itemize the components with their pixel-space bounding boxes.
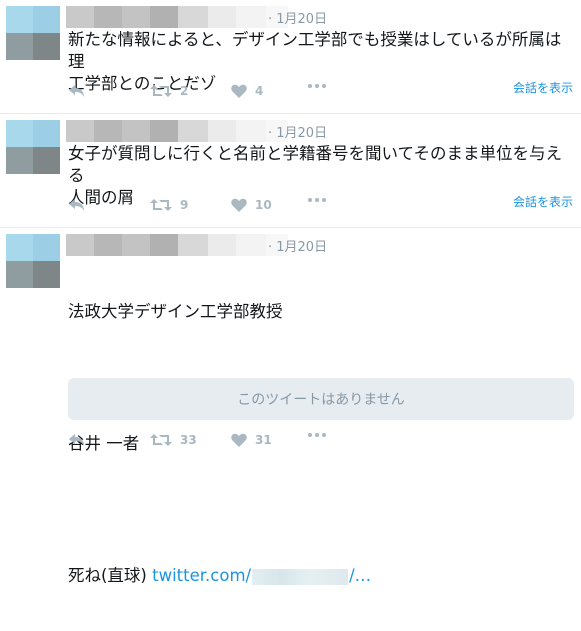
reply-icon [69, 199, 84, 211]
tweet-text-line: 死ね(直球) twitter.com//… [68, 566, 372, 585]
retweet-icon [150, 85, 172, 97]
reply-button[interactable] [68, 84, 86, 98]
tweet-text-line: 法政大学デザイン工学部教授 [68, 302, 283, 321]
retweet-button[interactable]: 9 [150, 198, 188, 212]
retweet-count: 9 [180, 198, 189, 212]
more-dots-icon [308, 198, 326, 202]
retweet-count: 2 [180, 84, 189, 98]
heart-icon [231, 84, 247, 98]
more-button[interactable] [308, 198, 326, 202]
tweet[interactable]: · 1月20日 新たな情報によると、デザイン工学部でも授業はしているが所属は理 … [0, 0, 581, 114]
like-button[interactable]: 10 [231, 198, 272, 212]
more-dots-icon [308, 433, 326, 437]
like-count: 4 [255, 84, 264, 98]
blurred-username[interactable] [66, 234, 288, 256]
retweet-icon [150, 199, 172, 211]
unavailable-tweet-card: このツイートはありません [68, 378, 574, 420]
heart-icon [231, 198, 247, 212]
retweet-button[interactable]: 33 [150, 433, 197, 447]
tweet[interactable]: · 1月20日 法政大学デザイン工学部教授 谷井 一者 死ね(直球) twitt… [0, 228, 581, 585]
avatar[interactable] [6, 120, 60, 174]
retweet-icon [150, 434, 172, 446]
retweet-count: 33 [180, 433, 197, 447]
reply-button[interactable] [68, 433, 86, 447]
tweet-timestamp[interactable]: · 1月20日 [268, 236, 327, 255]
tweet-timestamp[interactable]: · 1月20日 [268, 122, 327, 141]
like-button[interactable]: 4 [231, 84, 263, 98]
avatar[interactable] [6, 6, 60, 60]
reply-button[interactable] [68, 198, 86, 212]
reply-icon [69, 434, 84, 446]
heart-icon [231, 433, 247, 447]
show-conversation-link[interactable]: 会話を表示 [513, 193, 573, 210]
retweet-button[interactable]: 2 [150, 84, 188, 98]
tweet-link[interactable]: twitter.com//… [152, 566, 371, 585]
show-conversation-link[interactable]: 会話を表示 [513, 79, 573, 96]
blurred-link-path [252, 568, 349, 585]
tweet-timestamp[interactable]: · 1月20日 [268, 8, 327, 27]
tweet-text: 法政大学デザイン工学部教授 谷井 一者 死ね(直球) twitter.com//… [68, 257, 573, 631]
like-count: 31 [255, 433, 272, 447]
blurred-username[interactable] [66, 120, 288, 142]
avatar[interactable] [6, 234, 60, 288]
more-dots-icon [308, 84, 326, 88]
like-count: 10 [255, 198, 272, 212]
more-button[interactable] [308, 433, 326, 437]
blurred-username[interactable] [66, 6, 288, 28]
more-button[interactable] [308, 84, 326, 88]
reply-icon [69, 85, 84, 97]
tweet[interactable]: · 1月20日 女子が質問しに行くと名前と学籍番号を聞いてそのまま単位を与える … [0, 114, 581, 228]
like-button[interactable]: 31 [231, 433, 272, 447]
